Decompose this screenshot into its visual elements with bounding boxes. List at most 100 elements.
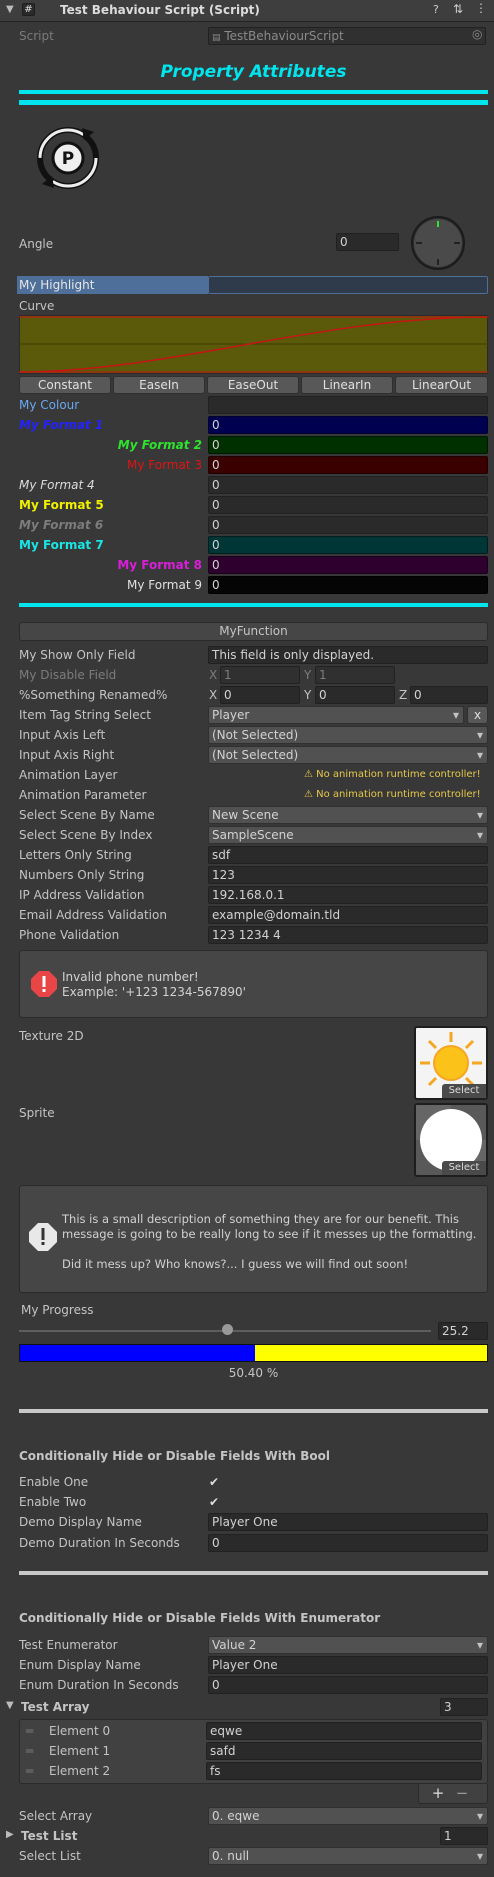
angle-input[interactable]: 0 bbox=[336, 233, 399, 251]
component-header: ▼ # Test Behaviour Script (Script) ? ⇅ ⋮ bbox=[0, 0, 494, 22]
drag-handle-icon[interactable]: ═ bbox=[26, 1724, 33, 1738]
element-0-label: Element 0 bbox=[49, 1724, 111, 1738]
format-9-input[interactable]: 0 bbox=[208, 576, 488, 594]
scene-index-dropdown[interactable]: SampleScene bbox=[208, 826, 488, 844]
progress-percent-label: 50.40 % bbox=[228, 1366, 279, 1380]
element-1-label: Element 1 bbox=[49, 1744, 111, 1758]
enable-one-checkbox[interactable]: ✔ bbox=[209, 1475, 223, 1489]
angle-knob[interactable] bbox=[410, 215, 466, 271]
show-only-label: My Show Only Field bbox=[19, 648, 136, 662]
divider-grey bbox=[19, 1571, 488, 1575]
colour-label: My Colour bbox=[19, 398, 80, 412]
progress-slider-thumb[interactable] bbox=[221, 1324, 233, 1335]
warning-icon: ⚠ bbox=[304, 769, 317, 780]
myfunction-button[interactable]: MyFunction bbox=[19, 622, 488, 641]
format-3-input[interactable]: 0 bbox=[208, 456, 488, 474]
test-array-size[interactable]: 3 bbox=[440, 1698, 488, 1716]
phone-label: Phone Validation bbox=[19, 928, 120, 942]
demo-name-input[interactable]: Player One bbox=[208, 1513, 488, 1531]
foldout-arrow-icon[interactable]: ▼ bbox=[6, 4, 14, 15]
texture-label: Texture 2D bbox=[19, 1029, 84, 1043]
curve-editor[interactable] bbox=[19, 315, 488, 374]
array-remove-button[interactable]: − bbox=[452, 1784, 472, 1802]
settings-icon[interactable]: ⇅ bbox=[453, 2, 463, 16]
ip-input[interactable]: 192.168.0.1 bbox=[208, 886, 488, 904]
texture-select-button[interactable]: Select bbox=[442, 1084, 486, 1098]
select-list-label: Select List bbox=[19, 1849, 81, 1863]
letters-label: Letters Only String bbox=[19, 848, 132, 862]
colour-field[interactable] bbox=[208, 396, 488, 414]
select-array-dropdown[interactable]: 0. eqwe bbox=[208, 1807, 488, 1825]
enum-duration-input[interactable]: 0 bbox=[208, 1676, 488, 1694]
progress-bar bbox=[19, 1344, 488, 1362]
format-8-input[interactable]: 0 bbox=[208, 556, 488, 574]
renamed-z-input[interactable]: 0 bbox=[410, 686, 488, 704]
test-list-size[interactable]: 1 bbox=[440, 1827, 488, 1845]
curve-preset-constant[interactable]: Constant bbox=[19, 376, 111, 394]
email-input[interactable]: example@domain.tld bbox=[208, 906, 488, 924]
drag-handle-icon[interactable]: ═ bbox=[26, 1764, 33, 1778]
format-9-label: My Format 9 bbox=[126, 578, 202, 592]
bool-section-title: Conditionally Hide or Disable Fields Wit… bbox=[19, 1449, 331, 1463]
axis-right-dropdown[interactable]: (Not Selected) bbox=[208, 746, 488, 764]
texture-slot[interactable]: Select bbox=[414, 1026, 488, 1100]
test-array-foldout-icon[interactable]: ▼ bbox=[6, 1700, 14, 1711]
element-2-input[interactable]: fs bbox=[206, 1762, 482, 1780]
divider-cyan bbox=[19, 90, 488, 94]
script-value: TestBehaviourScript bbox=[224, 29, 344, 43]
curve-preset-easein[interactable]: EaseIn bbox=[113, 376, 205, 394]
curve-preset-linearout[interactable]: LinearOut bbox=[395, 376, 488, 394]
enum-name-input[interactable]: Player One bbox=[208, 1656, 488, 1674]
phone-error-line2: Example: '+123 1234-567890' bbox=[62, 985, 246, 999]
enabled-checkbox[interactable]: # bbox=[22, 3, 35, 16]
sprite-slot[interactable]: Select bbox=[414, 1103, 488, 1177]
drag-handle-icon[interactable]: ═ bbox=[26, 1744, 33, 1758]
format-1-input[interactable]: 0 bbox=[208, 416, 488, 434]
anim-param-label: Animation Parameter bbox=[19, 788, 147, 802]
anim-layer-warning: ⚠ No animation runtime controller! bbox=[304, 769, 481, 780]
phone-input[interactable]: 123 1234 4 bbox=[208, 926, 488, 944]
renamed-y-input[interactable]: 0 bbox=[315, 686, 395, 704]
format-2-input[interactable]: 0 bbox=[208, 436, 488, 454]
object-picker-icon[interactable]: ◎ bbox=[472, 27, 482, 41]
demo-duration-input[interactable]: 0 bbox=[208, 1534, 488, 1552]
select-list-dropdown[interactable]: 0. null bbox=[208, 1847, 488, 1865]
enum-dropdown[interactable]: Value 2 bbox=[208, 1636, 488, 1654]
scene-name-label: Select Scene By Name bbox=[19, 808, 155, 822]
progress-value-input[interactable]: 25.2 bbox=[438, 1322, 488, 1340]
format-5-input[interactable]: 0 bbox=[208, 496, 488, 514]
ip-label: IP Address Validation bbox=[19, 888, 145, 902]
format-4-input[interactable]: 0 bbox=[208, 476, 488, 494]
angle-label: Angle bbox=[19, 237, 54, 251]
more-menu-icon[interactable]: ⋮ bbox=[475, 1, 487, 15]
select-array-label: Select Array bbox=[19, 1809, 93, 1823]
curve-preset-linearin[interactable]: LinearIn bbox=[301, 376, 393, 394]
info-line1: This is a small description of something… bbox=[62, 1212, 459, 1226]
tag-clear-button[interactable]: x bbox=[467, 706, 488, 724]
help-icon[interactable]: ? bbox=[433, 3, 439, 16]
divider-grey bbox=[19, 1409, 488, 1413]
numbers-input[interactable]: 123 bbox=[208, 866, 488, 884]
phone-error-helpbox: Invalid phone number! Example: '+123 123… bbox=[19, 950, 488, 1018]
curve-preset-easeout[interactable]: EaseOut bbox=[207, 376, 299, 394]
test-array-label[interactable]: Test Array bbox=[21, 1698, 89, 1716]
format-7-input[interactable]: 0 bbox=[208, 536, 488, 554]
scene-name-dropdown[interactable]: New Scene bbox=[208, 806, 488, 824]
axis-left-dropdown[interactable]: (Not Selected) bbox=[208, 726, 488, 744]
element-1-input[interactable]: safd bbox=[206, 1742, 482, 1760]
test-list-foldout-icon[interactable]: ▶ bbox=[6, 1829, 14, 1840]
tag-dropdown[interactable]: Player bbox=[208, 706, 464, 724]
element-0-input[interactable]: eqwe bbox=[206, 1722, 482, 1740]
sprite-select-button[interactable]: Select bbox=[442, 1161, 486, 1175]
playmaker-logo-icon: P bbox=[37, 127, 99, 189]
letters-input[interactable]: sdf bbox=[208, 846, 488, 864]
format-7-label: My Format 7 bbox=[19, 538, 104, 552]
highlight-field[interactable] bbox=[208, 276, 488, 294]
disable-label: My Disable Field bbox=[19, 668, 117, 682]
array-add-button[interactable]: + bbox=[428, 1784, 448, 1802]
scene-index-label: Select Scene By Index bbox=[19, 828, 153, 842]
renamed-x-input[interactable]: 0 bbox=[220, 686, 300, 704]
enable-two-checkbox[interactable]: ✔ bbox=[209, 1495, 223, 1509]
format-6-input[interactable]: 0 bbox=[208, 516, 488, 534]
test-list-label[interactable]: Test List bbox=[21, 1827, 77, 1845]
